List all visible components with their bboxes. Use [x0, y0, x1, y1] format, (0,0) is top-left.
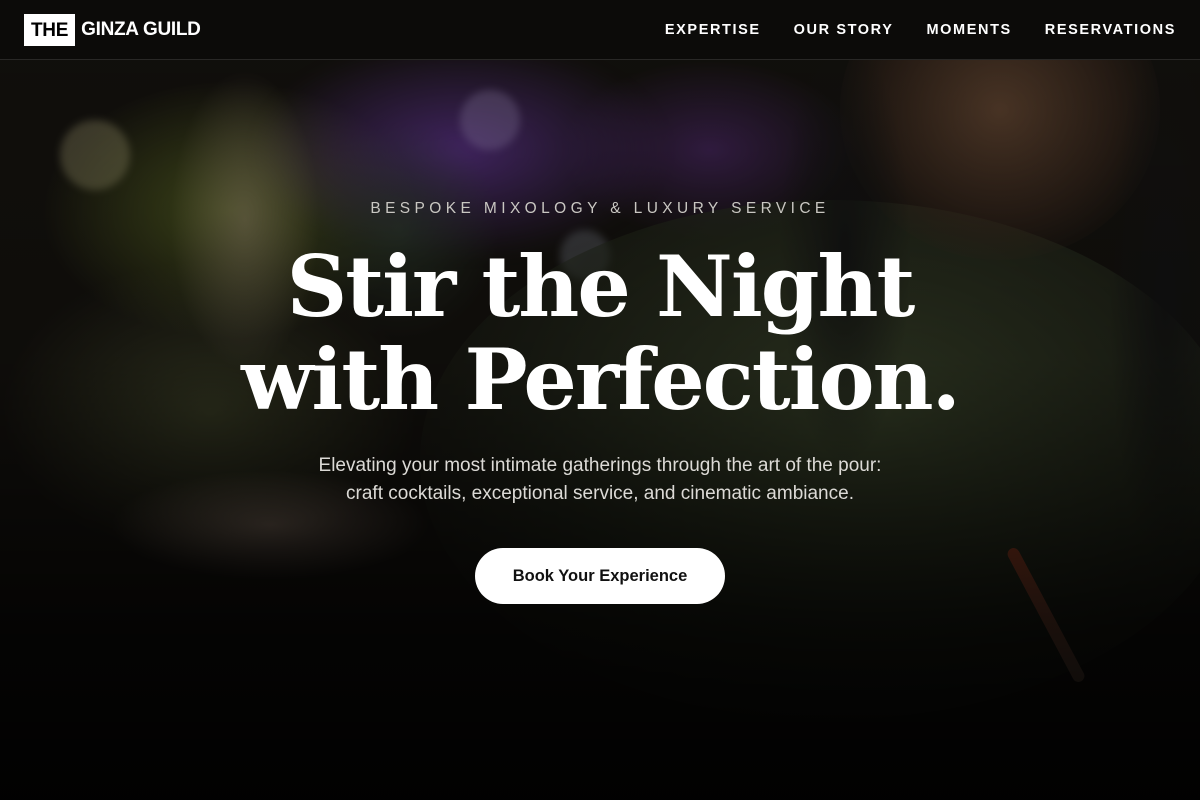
subtitle-line-1: Elevating your most intimate gatherings … [318, 455, 882, 476]
headline-line-2: with Perfection. [241, 330, 961, 429]
nav-link-our-story[interactable]: OUR STORY [794, 22, 894, 38]
main-nav: EXPERTISE OUR STORY MOMENTS RESERVATIONS [665, 21, 1176, 39]
nav-link-expertise[interactable]: EXPERTISE [665, 22, 761, 38]
subtitle-line-2: craft cocktails, exceptional service, an… [346, 483, 854, 504]
hero-eyebrow: BESPOKE MIXOLOGY & LUXURY SERVICE [370, 200, 830, 217]
site-header: THE GINZA GUILD EXPERTISE OUR STORY MOME… [0, 0, 1200, 60]
hero-subtitle: Elevating your most intimate gatherings … [319, 452, 882, 508]
nav-link-reservations[interactable]: RESERVATIONS [1045, 22, 1176, 38]
brand-logo[interactable]: THE GINZA GUILD [24, 13, 201, 46]
headline-line-1: Stir the Night [286, 237, 916, 336]
logo-text: GINZA GUILD [81, 18, 201, 40]
hero-section: BESPOKE MIXOLOGY & LUXURY SERVICE Stir t… [0, 0, 1200, 800]
logo-box: THE [24, 13, 76, 46]
nav-link-moments[interactable]: MOMENTS [926, 22, 1011, 38]
book-experience-button[interactable]: Book Your Experience [475, 548, 725, 604]
hero-headline: Stir the Night with Perfection. [241, 237, 961, 429]
